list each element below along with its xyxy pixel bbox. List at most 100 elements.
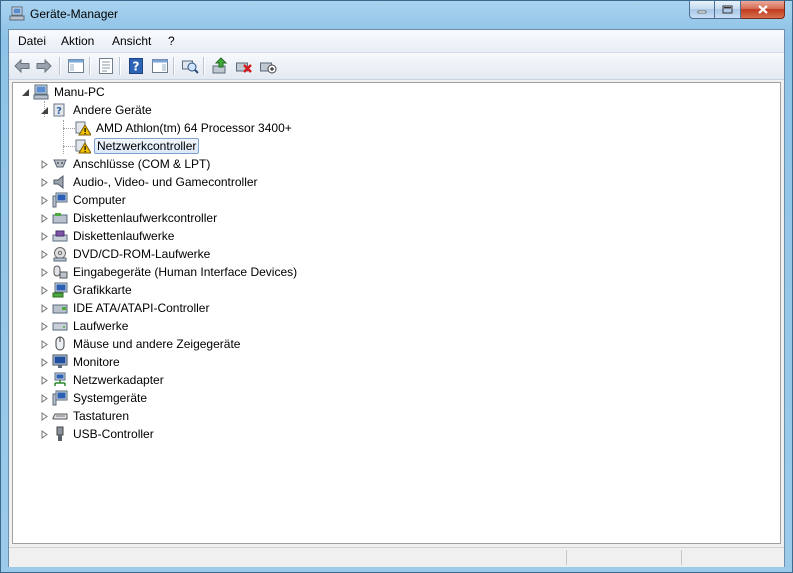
- collapsed-arrow-icon[interactable]: [40, 232, 49, 241]
- collapsed-arrow-icon[interactable]: [40, 196, 49, 205]
- category-label: Anschlüsse (COM & LPT): [73, 157, 211, 171]
- mouse-icon: [55, 336, 65, 351]
- category-label: USB-Controller: [73, 427, 154, 441]
- tree-node-andere-geraete[interactable]: ? Andere Geräte: [40, 101, 154, 119]
- device-tree[interactable]: Manu-PC ? Andere Geräte AMD Athlon(tm) 6…: [12, 82, 781, 544]
- status-pane: [566, 550, 567, 565]
- close-icon: [757, 5, 768, 14]
- help-icon[interactable]: ?: [127, 57, 145, 75]
- device-manager-icon: [9, 6, 25, 21]
- status-bar: [9, 547, 784, 567]
- tree-node-category[interactable]: Netzwerkadapter: [40, 371, 166, 389]
- uninstall-device-icon[interactable]: [235, 57, 253, 75]
- tree-node-category[interactable]: Systemgeräte: [40, 389, 149, 407]
- tree-node-category[interactable]: Monitore: [40, 353, 122, 371]
- collapsed-arrow-icon[interactable]: [40, 340, 49, 349]
- netzwerkcontroller-label: Netzwerkcontroller: [94, 138, 200, 154]
- properties-icon[interactable]: [97, 57, 115, 75]
- tree-node-root[interactable]: Manu-PC: [21, 83, 107, 101]
- collapsed-arrow-icon[interactable]: [40, 322, 49, 331]
- update-driver-icon[interactable]: [211, 57, 229, 75]
- tree-node-amd-processor[interactable]: AMD Athlon(tm) 64 Processor 3400+: [75, 119, 294, 137]
- tree-node-category[interactable]: Laufwerke: [40, 317, 130, 335]
- forward-arrow-icon[interactable]: [35, 57, 53, 75]
- collapsed-arrow-icon[interactable]: [40, 376, 49, 385]
- collapsed-arrow-icon[interactable]: [40, 250, 49, 259]
- collapsed-arrow-icon[interactable]: [40, 160, 49, 169]
- tree-node-category[interactable]: Eingabegeräte (Human Interface Devices): [40, 263, 299, 281]
- category-label: DVD/CD-ROM-Laufwerke: [73, 247, 211, 261]
- show-action-pane-icon[interactable]: [151, 57, 169, 75]
- display-adapter-icon: [52, 282, 68, 298]
- keyboard-icon: [52, 413, 68, 420]
- tree-node-category[interactable]: Mäuse und andere Zeigegeräte: [40, 335, 242, 353]
- expanded-arrow-icon[interactable]: [21, 88, 30, 97]
- speaker-icon: [53, 174, 64, 190]
- menu-help[interactable]: ?: [168, 34, 175, 48]
- category-label: Computer: [73, 193, 126, 207]
- system-devices-icon: [52, 390, 68, 406]
- tree-node-category[interactable]: DVD/CD-ROM-Laufwerke: [40, 245, 212, 263]
- port-icon: [53, 159, 67, 168]
- window-title: Geräte-Manager: [30, 7, 119, 21]
- category-label: Eingabegeräte (Human Interface Devices): [73, 265, 298, 279]
- device-manager-window: Geräte-Manager Datei Aktion Ansicht ? ? …: [0, 0, 793, 573]
- tree-node-category[interactable]: Diskettenlaufwerke: [40, 227, 176, 245]
- collapsed-arrow-icon[interactable]: [40, 430, 49, 439]
- scan-hardware-icon[interactable]: [181, 57, 199, 75]
- minimize-button[interactable]: [689, 1, 715, 19]
- category-label: Diskettenlaufwerke: [73, 229, 175, 243]
- close-button[interactable]: [741, 1, 785, 19]
- collapsed-arrow-icon[interactable]: [40, 394, 49, 403]
- collapsed-arrow-icon[interactable]: [40, 268, 49, 277]
- expanded-arrow-icon[interactable]: [40, 106, 49, 115]
- menu-datei[interactable]: Datei: [18, 34, 46, 48]
- minimize-icon: [697, 10, 707, 13]
- ide-controller-icon: [52, 304, 68, 314]
- svg-text:?: ?: [56, 106, 62, 117]
- collapsed-arrow-icon[interactable]: [40, 304, 49, 313]
- tree-node-netzwerkcontroller[interactable]: Netzwerkcontroller: [75, 137, 200, 155]
- svg-text:?: ?: [133, 60, 140, 74]
- monitor-icon: [52, 354, 68, 368]
- category-label: IDE ATA/ATAPI-Controller: [73, 301, 210, 315]
- tree-node-category[interactable]: IDE ATA/ATAPI-Controller: [40, 299, 211, 317]
- category-label: Netzwerkadapter: [73, 373, 164, 387]
- dvd-drive-icon: [53, 247, 67, 262]
- menu-aktion[interactable]: Aktion: [61, 34, 94, 48]
- menu-bar: Datei Aktion Ansicht ?: [9, 30, 784, 53]
- show-hide-console-tree-icon[interactable]: [67, 57, 85, 75]
- collapsed-arrow-icon[interactable]: [40, 412, 49, 421]
- category-label: Laufwerke: [73, 319, 129, 333]
- tree-node-category[interactable]: Grafikkarte: [40, 281, 134, 299]
- tree-node-category[interactable]: Computer: [40, 191, 128, 209]
- category-label: Mäuse und andere Zeigegeräte: [73, 337, 241, 351]
- tree-node-category[interactable]: Diskettenlaufwerkcontroller: [40, 209, 219, 227]
- back-arrow-icon[interactable]: [13, 57, 31, 75]
- tree-node-category[interactable]: Tastaturen: [40, 407, 131, 425]
- status-pane: [681, 550, 682, 565]
- category-label: Audio-, Video- und Gamecontroller: [73, 175, 258, 189]
- collapsed-arrow-icon[interactable]: [40, 214, 49, 223]
- unknown-device-icon: ?: [53, 103, 65, 117]
- menu-ansicht[interactable]: Ansicht: [112, 34, 151, 48]
- tree-node-category[interactable]: Anschlüsse (COM & LPT): [40, 155, 212, 173]
- tree-node-category[interactable]: Audio-, Video- und Gamecontroller: [40, 173, 260, 191]
- computer-icon: [52, 192, 68, 208]
- hid-icon: [53, 265, 68, 279]
- collapsed-arrow-icon[interactable]: [40, 178, 49, 187]
- warning-device-icon: [75, 121, 91, 136]
- client-area: Datei Aktion Ansicht ? ? Manu-PC ? Ander…: [8, 29, 785, 567]
- disable-device-icon[interactable]: [259, 57, 277, 75]
- category-label: Diskettenlaufwerkcontroller: [73, 211, 218, 225]
- title-bar[interactable]: Geräte-Manager: [1, 1, 792, 28]
- maximize-button[interactable]: [715, 1, 741, 19]
- floppy-controller-icon: [52, 213, 68, 224]
- network-adapter-icon: [54, 372, 66, 386]
- collapsed-arrow-icon[interactable]: [40, 286, 49, 295]
- root-label: Manu-PC: [54, 85, 105, 99]
- tree-node-category[interactable]: USB-Controller: [40, 425, 156, 443]
- floppy-drive-icon: [52, 230, 68, 242]
- warning-device-icon: [75, 139, 91, 154]
- collapsed-arrow-icon[interactable]: [40, 358, 49, 367]
